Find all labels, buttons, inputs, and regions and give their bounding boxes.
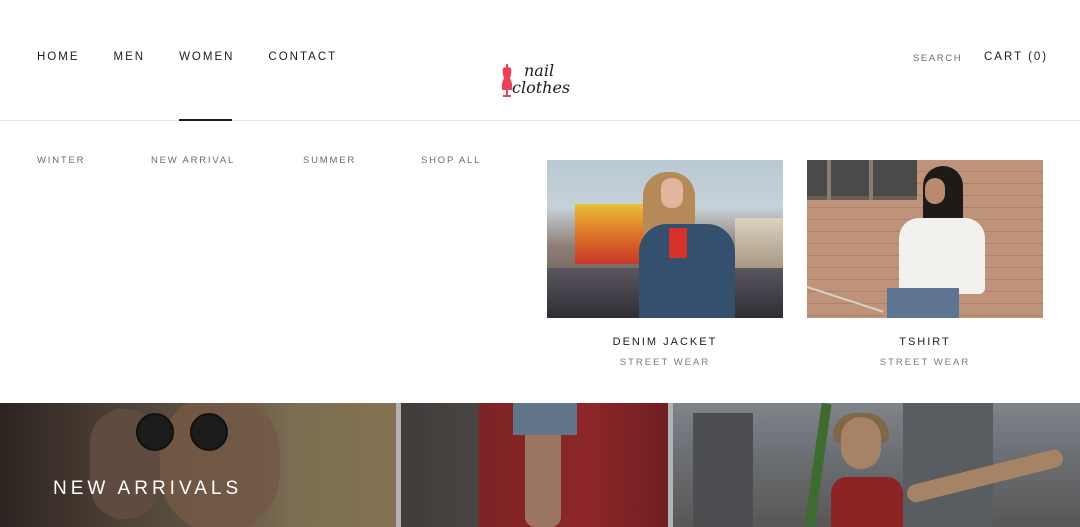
- search-link[interactable]: SEARCH: [913, 53, 962, 64]
- site-header: HOME MEN WOMEN CONTACT nail clothes SEAR…: [0, 0, 1080, 121]
- nav-item-home[interactable]: HOME: [37, 51, 80, 121]
- product-image[interactable]: [547, 160, 783, 318]
- mega-menu-links: WINTER NEW ARRIVAL SUMMER SHOP ALL: [37, 155, 481, 166]
- logo-text: nail clothes: [512, 62, 570, 96]
- product-card-denim-jacket[interactable]: DENIM JACKET STREET WEAR: [547, 160, 783, 368]
- product-title[interactable]: DENIM JACKET: [547, 336, 783, 348]
- nav-item-men[interactable]: MEN: [114, 51, 146, 121]
- submenu-item-shop-all[interactable]: SHOP ALL: [421, 155, 481, 166]
- submenu-item-new-arrival[interactable]: NEW ARRIVAL: [151, 155, 303, 166]
- submenu-item-winter[interactable]: WINTER: [37, 155, 151, 166]
- product-card-tshirt[interactable]: TSHIRT STREET WEAR: [807, 160, 1043, 368]
- main-nav: HOME MEN WOMEN CONTACT: [37, 51, 371, 121]
- banner-image-couple: [0, 403, 396, 527]
- product-subtitle: STREET WEAR: [879, 357, 971, 368]
- site-logo[interactable]: nail clothes: [500, 62, 580, 102]
- product-image[interactable]: [807, 160, 1043, 318]
- nav-item-women[interactable]: WOMEN: [179, 51, 234, 121]
- logo-line-2: clothes: [512, 78, 571, 97]
- product-title[interactable]: TSHIRT: [807, 336, 1043, 348]
- banner-image-city: [673, 403, 1080, 527]
- banner-title[interactable]: NEW ARRIVALS: [53, 478, 242, 500]
- logo-line-1: nail: [524, 61, 555, 80]
- banner-image-wall: [401, 403, 668, 527]
- cart-link[interactable]: CART (0): [984, 51, 1048, 63]
- nav-item-contact[interactable]: CONTACT: [268, 51, 337, 121]
- hero-banner[interactable]: [0, 403, 1080, 527]
- submenu-item-summer[interactable]: SUMMER: [303, 155, 421, 166]
- product-subtitle: STREET WEAR: [619, 357, 711, 368]
